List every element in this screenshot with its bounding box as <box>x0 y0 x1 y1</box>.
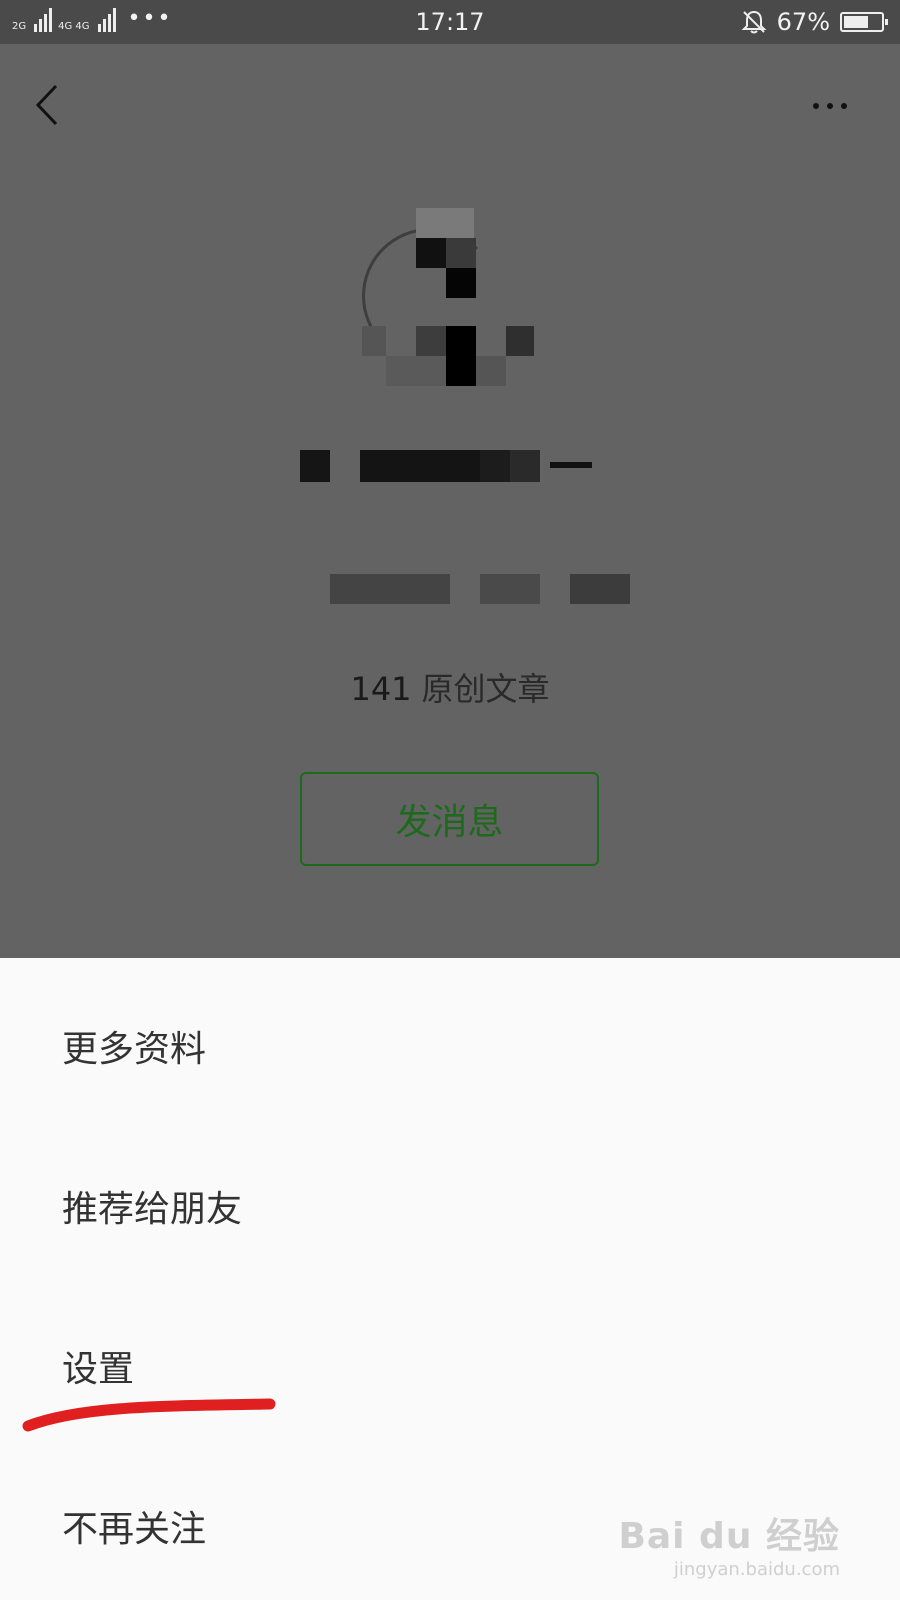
menu-item-recommend-to-friend[interactable]: 推荐给朋友 <box>62 1180 242 1232</box>
menu-item-settings[interactable]: 设置 <box>62 1340 134 1392</box>
action-sheet: 更多资料 推荐给朋友 设置 不再关注 <box>0 958 900 1600</box>
dot-icon <box>827 103 833 109</box>
dot-icon <box>813 103 819 109</box>
send-message-button[interactable]: 发消息 <box>300 772 599 866</box>
battery-icon <box>840 12 888 32</box>
watermark-url: jingyan.baidu.com <box>673 1559 840 1580</box>
dot-icon <box>841 103 847 109</box>
back-button[interactable] <box>30 80 74 130</box>
battery-percent: 67% <box>776 8 830 36</box>
watermark-brand: Bai du 经验 <box>618 1516 840 1557</box>
status-right: 67% <box>741 8 888 36</box>
red-underline-annotation <box>22 1398 276 1432</box>
more-options-button[interactable] <box>800 88 860 124</box>
status-bar: 2G 4G 4G ••• 17:17 67% <box>0 0 900 44</box>
menu-item-more-info[interactable]: 更多资料 <box>62 1020 206 1072</box>
avatar <box>358 208 534 386</box>
chevron-left-icon <box>35 84 58 126</box>
baidu-watermark: Bai du 经验 jingyan.baidu.com <box>618 1507 840 1580</box>
article-count-number: 141 <box>350 670 412 708</box>
bell-muted-icon <box>741 10 767 34</box>
article-count: 141 原创文章 <box>0 664 900 710</box>
menu-item-unfollow[interactable]: 不再关注 <box>62 1500 206 1552</box>
article-count-label: 原创文章 <box>421 670 550 708</box>
battery-level <box>844 16 869 28</box>
